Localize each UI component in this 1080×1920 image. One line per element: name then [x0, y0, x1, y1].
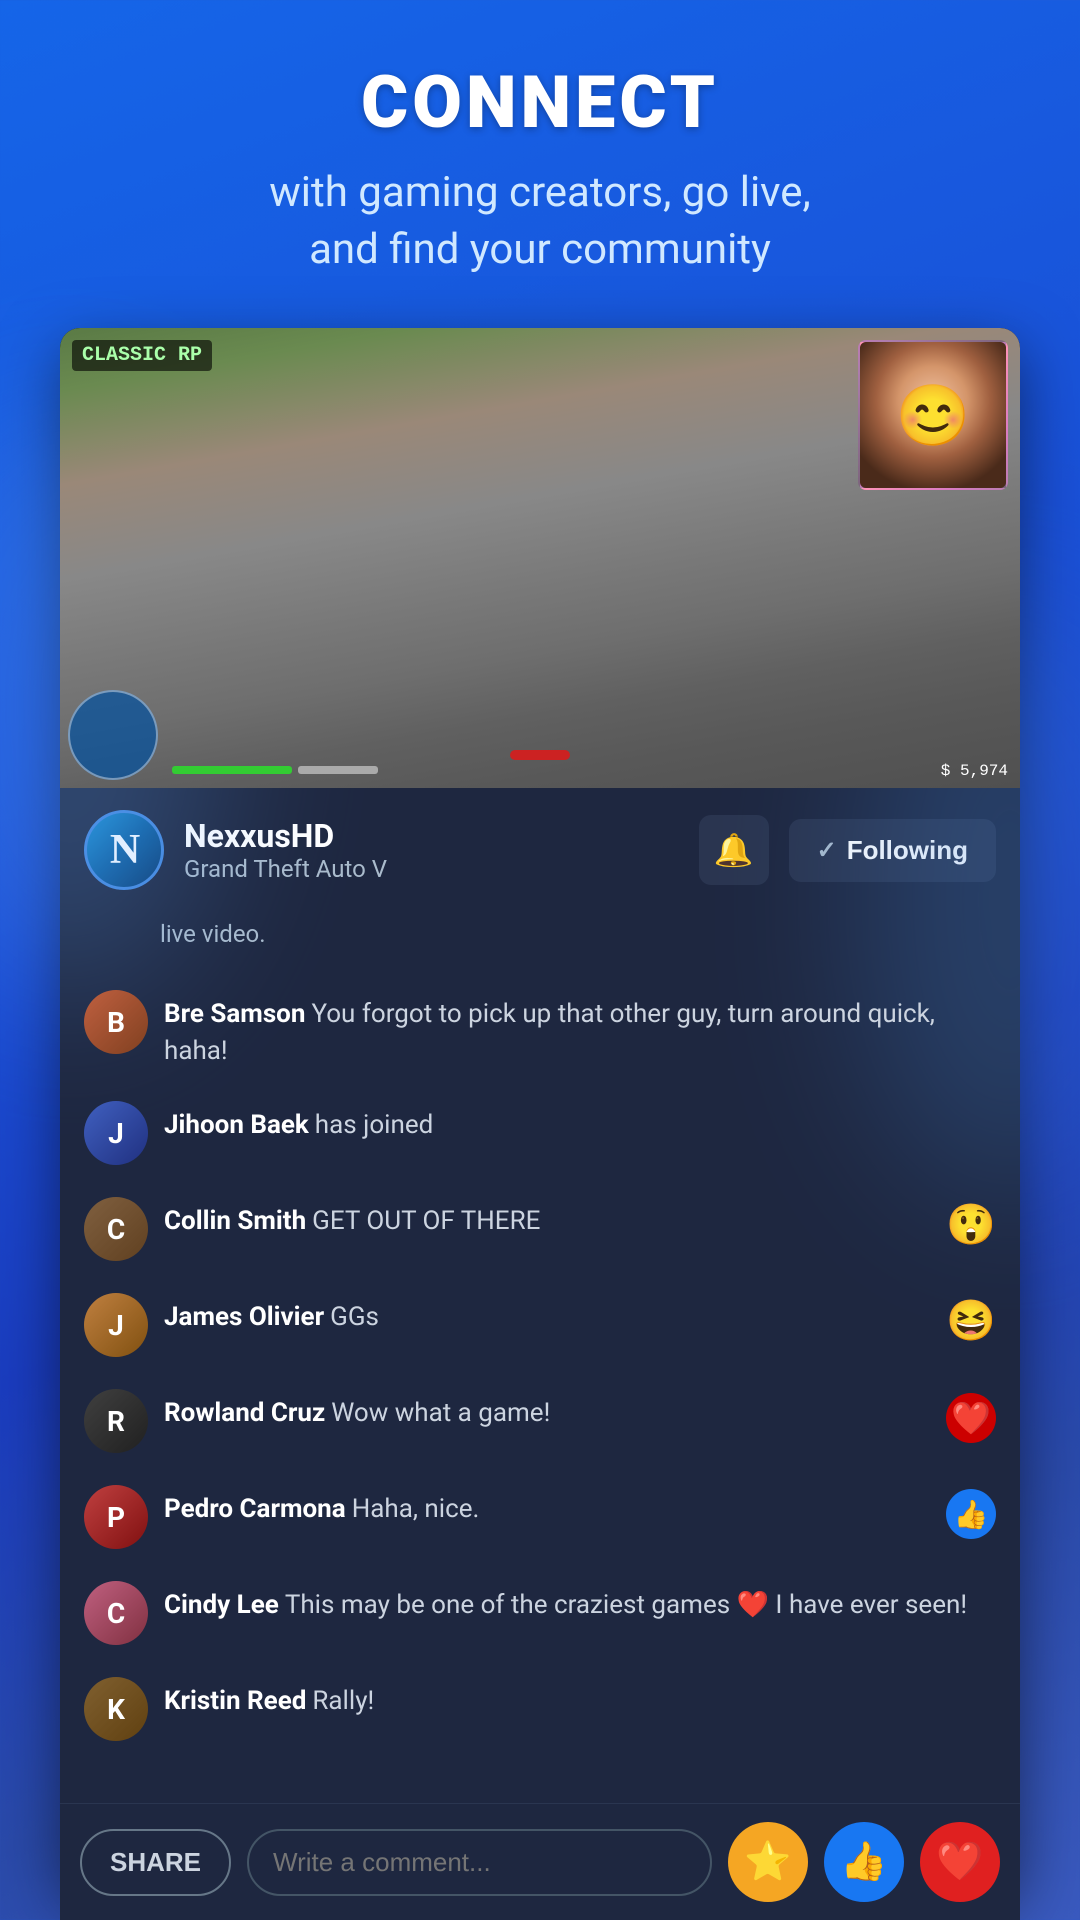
comment-text: Collin SmithGET OUT OF THERE	[164, 1197, 996, 1239]
comment-text: Jihoon Baekhas joined	[164, 1101, 996, 1143]
comment-reaction: 😆	[946, 1297, 996, 1344]
comment-reaction: 👍	[946, 1489, 996, 1539]
like-reaction-button[interactable]: 👍	[824, 1822, 904, 1902]
avatar: C	[84, 1581, 148, 1645]
video-container[interactable]: CLASSIC RP 😊 $ 5,974	[60, 328, 1020, 788]
streamer-game: Grand Theft Auto V	[184, 855, 679, 883]
hero-title: CONNECT	[40, 60, 1040, 145]
following-label: Following	[847, 835, 968, 866]
avatar: J	[84, 1101, 148, 1165]
comment-input[interactable]	[247, 1829, 712, 1896]
comment-row: J Jihoon Baekhas joined	[60, 1085, 1020, 1181]
armor-bar	[298, 766, 378, 774]
avatar: P	[84, 1485, 148, 1549]
comments-section: B Bre SamsonYou forgot to pick up that o…	[60, 964, 1020, 1767]
comment-row: C Cindy LeeThis may be one of the crazie…	[60, 1565, 1020, 1661]
pip-camera: 😊	[858, 340, 1008, 490]
streamer-info: NexxusHD Grand Theft Auto V	[184, 817, 679, 883]
comment-author: Pedro Carmona	[164, 1494, 346, 1524]
minimap	[68, 690, 158, 780]
health-bar	[172, 766, 292, 774]
heart-reaction-button[interactable]: ❤️	[920, 1822, 1000, 1902]
comment-author: Jihoon Baek	[164, 1110, 309, 1140]
damage-indicator	[510, 750, 570, 760]
comment-author: Cindy Lee	[164, 1590, 279, 1620]
live-text-row: live video.	[60, 912, 1020, 964]
comment-row: B Bre SamsonYou forgot to pick up that o…	[60, 974, 1020, 1085]
comment-author: Bre Samson	[164, 999, 305, 1029]
avatar: B	[84, 990, 148, 1054]
comment-row: C Collin SmithGET OUT OF THERE 😲	[60, 1181, 1020, 1277]
comment-row: P Pedro CarmonaHaha, nice. 👍	[60, 1469, 1020, 1565]
streamer-avatar: N	[84, 810, 164, 890]
comment-text: Rowland CruzWow what a game!	[164, 1389, 996, 1431]
comment-text: Bre SamsonYou forgot to pick up that oth…	[164, 990, 996, 1069]
like-icon: 👍	[840, 1840, 887, 1884]
speed-text: $ 5,974	[941, 762, 1008, 780]
pip-face: 😊	[860, 342, 1006, 488]
main-card: CLASSIC RP 😊 $ 5,974	[60, 328, 1020, 1887]
heart-icon: ❤️	[936, 1840, 983, 1884]
comment-text: Cindy LeeThis may be one of the craziest…	[164, 1581, 996, 1623]
streamer-name: NexxusHD	[184, 817, 679, 855]
bell-icon: 🔔	[714, 831, 754, 869]
comment-author: Kristin Reed	[164, 1686, 306, 1716]
comment-row: K Kristin ReedRally!	[60, 1661, 1020, 1757]
comment-text: Pedro CarmonaHaha, nice.	[164, 1485, 996, 1527]
share-button[interactable]: SHARE	[80, 1829, 231, 1896]
following-button[interactable]: ✓ Following	[789, 819, 996, 882]
star-reaction-button[interactable]: ⭐	[728, 1822, 808, 1902]
comment-row: J James OlivierGGs 😆	[60, 1277, 1020, 1373]
star-icon: ⭐	[744, 1840, 791, 1884]
classic-rp-label: CLASSIC RP	[72, 340, 212, 371]
hero-section: CONNECT with gaming creators, go live,an…	[0, 0, 1080, 308]
comment-author: Rowland Cruz	[164, 1398, 325, 1428]
avatar: R	[84, 1389, 148, 1453]
avatar: J	[84, 1293, 148, 1357]
hero-subtitle: with gaming creators, go live,and find y…	[40, 165, 1040, 278]
comment-row: R Rowland CruzWow what a game! ❤️	[60, 1373, 1020, 1469]
bottom-bar: SHARE ⭐ 👍 ❤️	[60, 1803, 1020, 1920]
check-icon: ✓	[817, 836, 837, 865]
comment-reaction: ❤️	[946, 1393, 996, 1443]
comment-text: James OlivierGGs	[164, 1293, 996, 1335]
comment-text: Kristin ReedRally!	[164, 1677, 996, 1719]
streamer-bar: N NexxusHD Grand Theft Auto V 🔔 ✓ Follow…	[60, 788, 1020, 912]
avatar: K	[84, 1677, 148, 1741]
live-text: live video.	[160, 920, 266, 948]
video-hud: $ 5,974	[60, 754, 1020, 788]
avatar: C	[84, 1197, 148, 1261]
comment-author: Collin Smith	[164, 1206, 306, 1236]
comment-author: James Olivier	[164, 1302, 324, 1332]
bell-button[interactable]: 🔔	[699, 815, 769, 885]
comment-reaction: 😲	[946, 1201, 996, 1248]
